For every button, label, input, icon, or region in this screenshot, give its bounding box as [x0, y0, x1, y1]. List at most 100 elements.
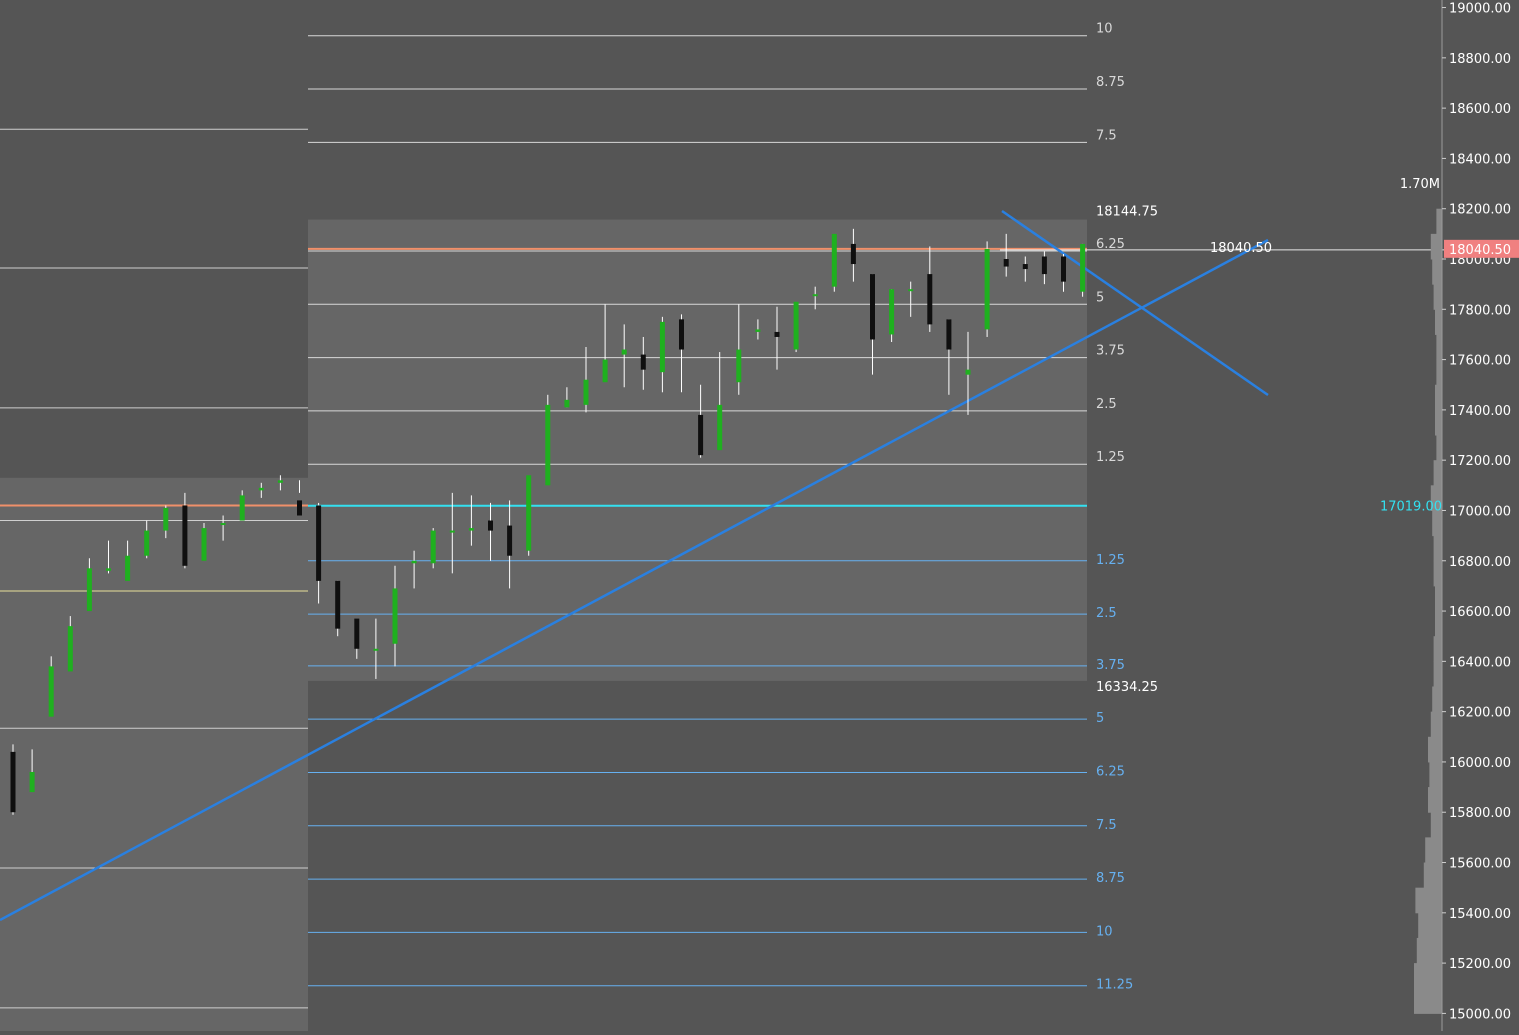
- lower-level-label: 11.25: [1096, 978, 1133, 993]
- candle-body: [316, 505, 322, 581]
- candle-body: [182, 505, 188, 566]
- range-box: [308, 219, 1087, 681]
- volume-profile-bar: [1435, 585, 1442, 612]
- price-axis-tick-label: 16800.00: [1449, 555, 1511, 570]
- volume-profile-bar: [1430, 711, 1442, 738]
- candle-body: [793, 301, 799, 350]
- candle-body: [411, 560, 417, 564]
- candle-body: [812, 294, 818, 297]
- volume-profile-bar: [1414, 988, 1442, 1014]
- price-axis-tick-label: 18600.00: [1449, 102, 1511, 117]
- current-price-line-label: 18040.50: [1210, 241, 1272, 256]
- volume-profile-bar: [1433, 284, 1442, 310]
- volume-profile-bar: [1423, 862, 1442, 889]
- volume-profile-bar: [1436, 334, 1442, 361]
- candle-body: [908, 289, 914, 292]
- candle-body: [927, 274, 933, 325]
- upper-level-label: 3.75: [1096, 344, 1125, 359]
- candle-body: [67, 626, 73, 672]
- candle-body: [774, 331, 780, 337]
- candle-body: [1061, 256, 1066, 282]
- price-axis-tick-label: 16200.00: [1449, 706, 1511, 721]
- candle-body: [354, 618, 360, 649]
- volume-profile-bar: [1436, 208, 1442, 235]
- candle-body: [488, 520, 493, 531]
- volume-profile-bar: [1433, 535, 1442, 562]
- candle-body: [679, 319, 684, 350]
- candle-body: [583, 379, 589, 405]
- upper-level-label: 2.5: [1096, 397, 1117, 412]
- price-axis-tick-label: 18400.00: [1449, 152, 1511, 167]
- volume-profile-bar: [1430, 812, 1442, 838]
- candle-body: [507, 525, 513, 556]
- candle-body: [717, 404, 723, 451]
- candle-body: [545, 404, 551, 486]
- candlestick-chart: 15000.00 15200.00 15400.00 15600.00 15800.00…: [0, 0, 1519, 1035]
- volume-profile-bar: [1432, 686, 1442, 713]
- candle-body: [965, 369, 971, 375]
- candle-body: [698, 414, 704, 456]
- volume-profile-bar: [1435, 384, 1442, 411]
- candle-body: [449, 530, 455, 533]
- candle-body: [1080, 243, 1086, 292]
- candle-body: [850, 243, 856, 265]
- candle-body: [1041, 256, 1047, 275]
- candle-body: [201, 528, 207, 561]
- candle-body: [335, 580, 341, 629]
- price-axis-tick-label: 15000.00: [1449, 1007, 1511, 1022]
- candle-body: [736, 349, 742, 383]
- volume-profile-bar: [1428, 736, 1442, 763]
- price-axis-tick-label: 17600.00: [1449, 354, 1511, 369]
- volume-profile-bar: [1436, 359, 1442, 386]
- price-axis-tick-label: 17800.00: [1449, 303, 1511, 318]
- candle-body: [392, 588, 398, 644]
- candle-body: [144, 530, 150, 556]
- volume-profile-bar: [1435, 409, 1442, 436]
- candle-body: [163, 507, 169, 531]
- candle-body: [277, 480, 283, 483]
- volume-profile-bar: [1436, 435, 1442, 461]
- range-high-label: 18144.75: [1096, 205, 1158, 220]
- candle-body: [870, 274, 875, 340]
- candle-body: [564, 399, 570, 408]
- volume-profile-bar: [1432, 259, 1442, 285]
- candle-body: [220, 523, 226, 526]
- volume-profile-bar: [1415, 887, 1442, 914]
- candle-body: [29, 771, 35, 793]
- candle-body: [755, 329, 761, 332]
- candle-body: [239, 495, 245, 521]
- volume-profile-bar: [1433, 560, 1442, 587]
- lower-level-label: 3.75: [1096, 658, 1125, 673]
- upper-level-label: 5: [1096, 290, 1104, 305]
- candle-body: [526, 475, 532, 551]
- upper-level-label: 8.75: [1096, 75, 1125, 90]
- price-axis-tick-label: 16600.00: [1449, 605, 1511, 620]
- candle-body: [602, 359, 608, 383]
- price-axis-tick-label: 18800.00: [1449, 52, 1511, 67]
- volume-profile-bar: [1429, 761, 1442, 788]
- volume-profile-bar: [1433, 460, 1442, 486]
- price-axis-tick-label: 15200.00: [1449, 957, 1511, 972]
- price-axis-tick-label: 17400.00: [1449, 404, 1511, 419]
- candle-body: [297, 500, 302, 516]
- candle-body: [831, 233, 837, 287]
- volume-profile-bar: [1430, 233, 1442, 260]
- candle-body: [125, 555, 131, 581]
- lower-level-label: 5: [1096, 711, 1104, 726]
- candle-body: [640, 354, 646, 370]
- candle-body: [48, 666, 54, 717]
- candle-body: [946, 319, 952, 350]
- candle-body: [258, 487, 264, 491]
- price-axis-tick-label: 19000.00: [1449, 2, 1511, 17]
- volume-profile-bar: [1425, 837, 1442, 864]
- upper-level-label: 10: [1096, 22, 1113, 37]
- candle-body: [659, 321, 665, 373]
- upper-level-label: 1.25: [1096, 450, 1125, 465]
- lower-level-label: 6.25: [1096, 764, 1125, 779]
- candle-body: [106, 568, 111, 571]
- background-layer: [0, 0, 1519, 1031]
- candle-body: [468, 528, 474, 531]
- reference-level-label: 17019.00: [1380, 500, 1442, 515]
- price-axis-tick-label: 15400.00: [1449, 907, 1511, 922]
- lower-level-label: 8.75: [1096, 871, 1125, 886]
